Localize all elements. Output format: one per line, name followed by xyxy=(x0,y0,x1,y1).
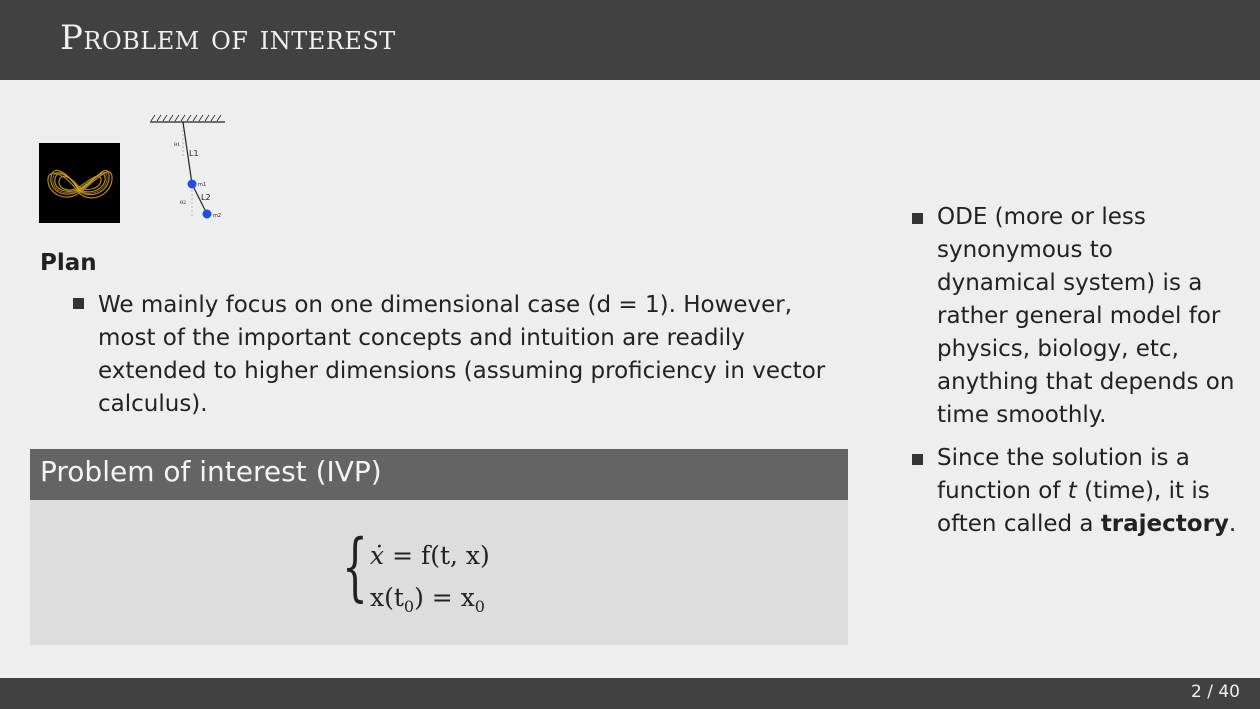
lorenz-attractor-image xyxy=(39,143,120,223)
bullet-icon xyxy=(73,298,84,309)
eq2-sub: 0 xyxy=(403,597,415,616)
label-l1: L1 xyxy=(189,149,199,158)
label-theta1: θ1 xyxy=(174,142,180,148)
ceiling-hatch xyxy=(150,114,222,122)
label-m2: m2 xyxy=(213,213,221,219)
side2-bold: trajectory xyxy=(1100,511,1229,537)
page-number: 2 / 40 xyxy=(1191,682,1240,702)
footer-bar: 2 / 40 xyxy=(0,678,1260,709)
double-pendulum-diagram: L1 L2 m1 m2 θ1 θ2 xyxy=(145,112,230,227)
bullet-icon xyxy=(912,454,923,465)
side-bullet-2: Since the solution is a function of t (t… xyxy=(937,442,1237,541)
plan-bullet-text: We mainly focus on one dimensional case … xyxy=(98,292,826,417)
eq2-lhs: x(t xyxy=(370,583,404,612)
eq1-lhs: ẋ xyxy=(370,541,385,570)
mass-1 xyxy=(187,179,197,189)
label-theta2: θ2 xyxy=(180,200,186,206)
side2-end: . xyxy=(1228,511,1237,537)
eq1-rhs: = f(t, x) xyxy=(392,541,490,570)
side-bullet-1: ODE (more or less synonymous to dynamica… xyxy=(937,204,1235,428)
eq2-sub2: 0 xyxy=(474,597,485,616)
equation-ode: ẋ = f(t, x) xyxy=(370,541,490,570)
side2-t: t xyxy=(1067,478,1077,504)
eq2-mid: ) = x xyxy=(414,583,475,612)
title-bar: Problem of interest xyxy=(0,0,1260,80)
slide-title: Problem of interest xyxy=(60,18,396,58)
equation-initial-condition: x(t0) = x0 xyxy=(370,583,485,616)
mass-2 xyxy=(202,209,212,219)
bullet-icon xyxy=(912,213,923,224)
label-l2: L2 xyxy=(201,193,211,202)
lorenz-attractor-icon xyxy=(47,169,113,199)
left-brace: { xyxy=(342,524,368,610)
block-title: Problem of interest (IVP) xyxy=(40,455,382,488)
plan-heading: Plan xyxy=(40,250,97,276)
label-m1: m1 xyxy=(198,182,206,188)
block-body: { ẋ = f(t, x) x(t0) = x0 xyxy=(30,500,848,645)
block-header: Problem of interest (IVP) xyxy=(30,449,848,500)
